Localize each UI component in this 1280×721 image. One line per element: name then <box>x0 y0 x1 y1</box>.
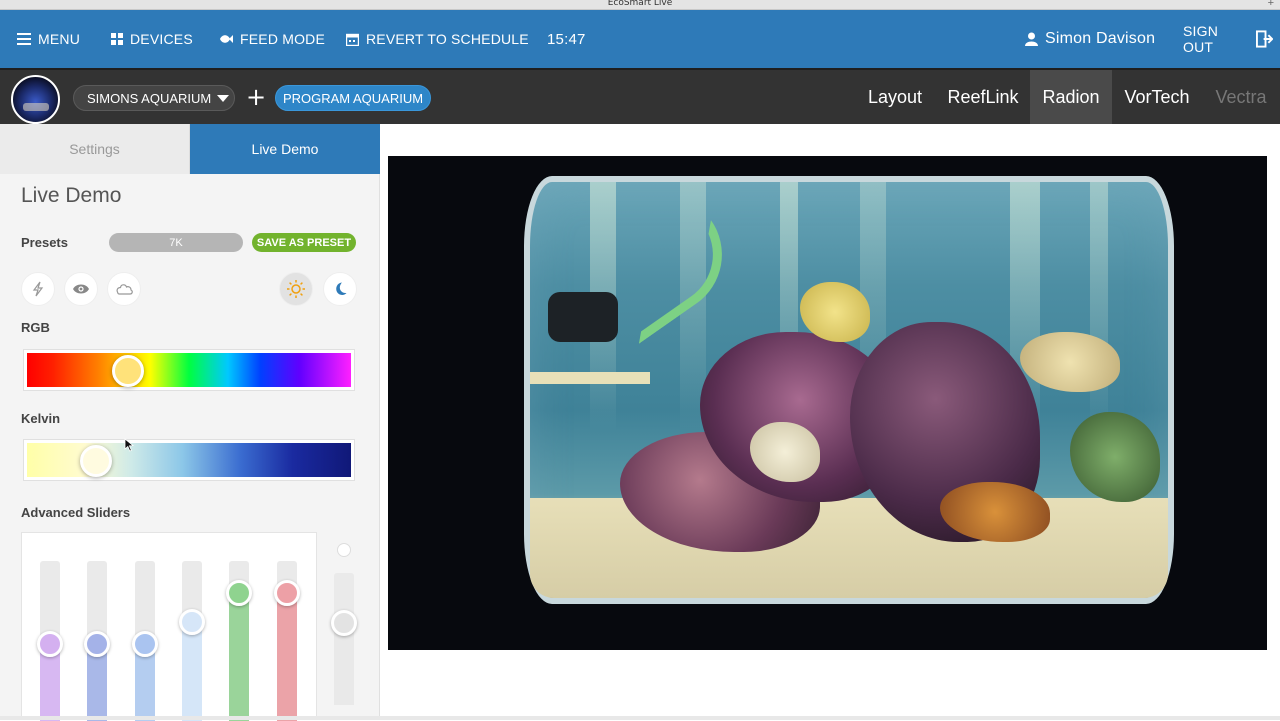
night-mode-button[interactable] <box>323 272 357 306</box>
live-demo-panel: Settings Live Demo Live Demo Presets 7K … <box>0 124 380 720</box>
advanced-sliders-label: Advanced Sliders <box>21 505 130 520</box>
aquarium-image <box>524 176 1174 604</box>
menu-label: MENU <box>38 31 80 47</box>
mouse-cursor-icon <box>124 438 134 452</box>
eye-icon <box>72 283 90 295</box>
program-aquarium-button[interactable]: PROGRAM AQUARIUM <box>275 85 431 111</box>
tab-layout[interactable]: Layout <box>853 70 937 124</box>
fish-icon <box>219 33 233 45</box>
device-nav: SIMONS AQUARIUM + PROGRAM AQUARIUM Layou… <box>0 68 1280 124</box>
rgb-slider[interactable] <box>23 349 355 391</box>
advanced-sliders-panel <box>21 532 317 720</box>
moon-icon <box>332 281 348 297</box>
window-titlebar: EcoSmart Live + <box>0 0 1280 10</box>
channel-slider-7[interactable] <box>334 573 354 705</box>
menu-button[interactable]: MENU <box>17 10 80 68</box>
tab-live-demo[interactable]: Live Demo <box>190 124 380 174</box>
new-tab-icon[interactable]: + <box>1268 0 1274 9</box>
kelvin-gradient <box>27 443 351 477</box>
tab-radion[interactable]: Radion <box>1030 70 1112 124</box>
hamburger-icon <box>17 33 31 45</box>
grid-icon <box>111 33 123 45</box>
user-menu[interactable]: Simon Davison <box>1025 10 1155 68</box>
preset-select[interactable]: 7K <box>109 233 243 252</box>
save-preset-button[interactable]: SAVE AS PRESET <box>252 233 356 252</box>
aquarium-avatar[interactable] <box>11 75 60 124</box>
kelvin-slider-handle[interactable] <box>80 445 112 477</box>
tab-vectra[interactable]: Vectra <box>1202 70 1280 124</box>
channel-slider-handle[interactable] <box>37 631 63 657</box>
aquarium-name: SIMONS AQUARIUM <box>87 91 211 106</box>
tab-vortech[interactable]: VorTech <box>1112 70 1202 124</box>
channel-slider-handle[interactable] <box>274 580 300 606</box>
add-aquarium-button[interactable]: + <box>246 83 264 111</box>
channel-slider-handle[interactable] <box>84 631 110 657</box>
channel-level-fill <box>182 622 202 721</box>
day-mode-button[interactable] <box>279 272 313 306</box>
tab-settings[interactable]: Settings <box>0 124 190 174</box>
sign-out-button[interactable]: SIGN OUT <box>1183 10 1280 68</box>
devices-button[interactable]: DEVICES <box>111 10 193 68</box>
window-title: EcoSmart Live <box>0 0 1280 8</box>
sun-icon <box>286 279 306 299</box>
preview-mode-button[interactable] <box>64 272 98 306</box>
lightning-icon <box>30 281 46 297</box>
cloud-icon <box>114 282 134 296</box>
storm-mode-button[interactable] <box>21 272 55 306</box>
tab-reeflink[interactable]: ReefLink <box>936 70 1030 124</box>
aquarium-video[interactable] <box>388 156 1267 650</box>
rgb-gradient <box>27 353 351 387</box>
calendar-icon <box>346 33 359 46</box>
channel-slider-handle[interactable] <box>226 580 252 606</box>
bottom-edge <box>0 716 1280 720</box>
top-nav: MENU DEVICES FEED MODE REVERT TO SCHEDUL… <box>0 10 1280 68</box>
rgb-label: RGB <box>21 320 50 335</box>
channel-level-fill <box>229 593 249 721</box>
kelvin-slider[interactable] <box>23 439 355 481</box>
feed-mode-button[interactable]: FEED MODE <box>219 10 325 68</box>
panel-heading: Live Demo <box>21 184 121 208</box>
revert-schedule-label: REVERT TO SCHEDULE <box>366 31 529 47</box>
user-name: Simon Davison <box>1045 30 1155 48</box>
sign-out-label: SIGN OUT <box>1183 23 1249 55</box>
clock-time: 15:47 <box>547 10 586 68</box>
channel-toggle-dot[interactable] <box>337 543 351 557</box>
devices-label: DEVICES <box>130 31 193 47</box>
presets-label: Presets <box>21 235 68 250</box>
channel-slider-4[interactable] <box>182 561 202 721</box>
main-content <box>381 124 1280 720</box>
revert-schedule-button[interactable]: REVERT TO SCHEDULE <box>346 10 529 68</box>
kelvin-label: Kelvin <box>21 411 60 426</box>
chevron-down-icon <box>217 95 229 102</box>
cloud-mode-button[interactable] <box>107 272 141 306</box>
sign-out-icon <box>1256 30 1273 48</box>
channel-slider-handle[interactable] <box>132 631 158 657</box>
channel-slider-handle[interactable] <box>179 609 205 635</box>
channel-slider-handle[interactable] <box>331 610 357 636</box>
aquarium-select[interactable]: SIMONS AQUARIUM <box>73 85 235 111</box>
user-icon <box>1025 32 1038 46</box>
feed-mode-label: FEED MODE <box>240 31 325 47</box>
channel-level-fill <box>277 593 297 721</box>
